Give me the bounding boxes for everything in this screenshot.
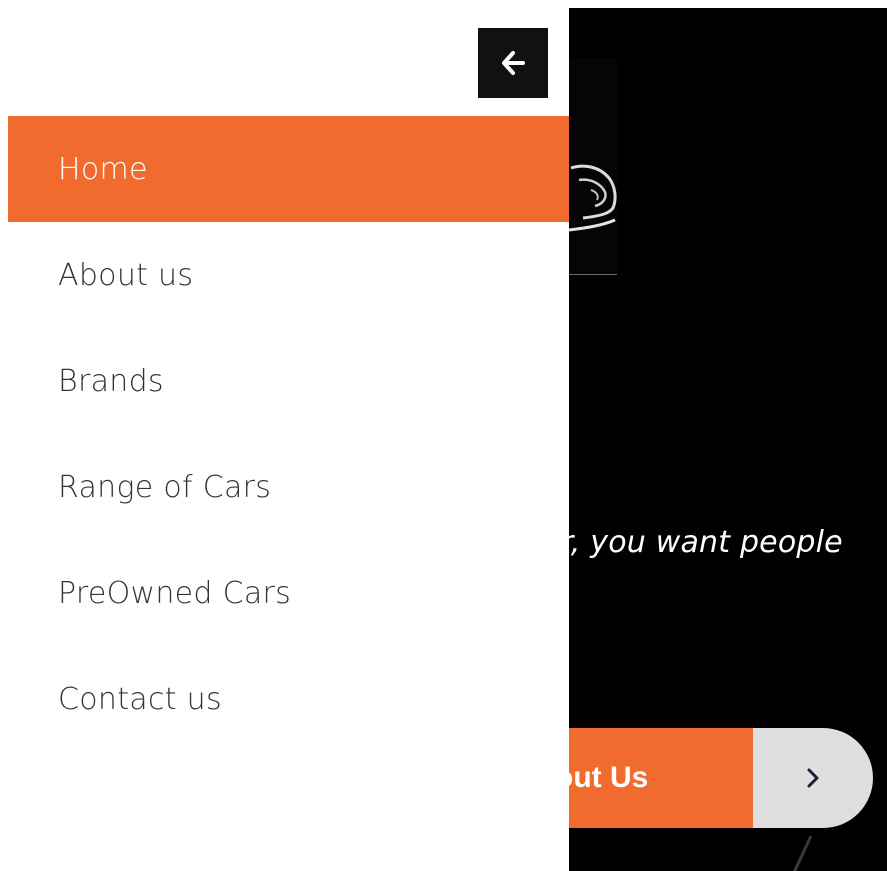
car-logo-icon [569,58,617,275]
nav-item-about-us[interactable]: About us [8,222,569,328]
decorative-streak [793,836,813,871]
nav-item-home[interactable]: Home [8,116,569,222]
hero-section: r, you want people out Us [569,8,887,871]
hero-tagline: r, you want people [569,525,843,560]
nav-item-preowned-cars[interactable]: PreOwned Cars [8,540,569,646]
nav-menu: Home About us Brands Range of Cars PreOw… [8,116,569,752]
chevron-right-icon[interactable] [753,728,873,828]
nav-item-brands[interactable]: Brands [8,328,569,434]
nav-item-range-of-cars[interactable]: Range of Cars [8,434,569,540]
about-us-cta[interactable]: out Us [569,728,873,828]
about-us-cta-label[interactable]: out Us [569,728,753,828]
nav-item-contact-us[interactable]: Contact us [8,646,569,752]
navigation-drawer: Home About us Brands Range of Cars PreOw… [0,0,569,871]
close-drawer-button[interactable] [478,28,548,98]
arrow-left-icon [502,51,525,75]
viewport: r, you want people out Us Home About us … [0,0,887,871]
